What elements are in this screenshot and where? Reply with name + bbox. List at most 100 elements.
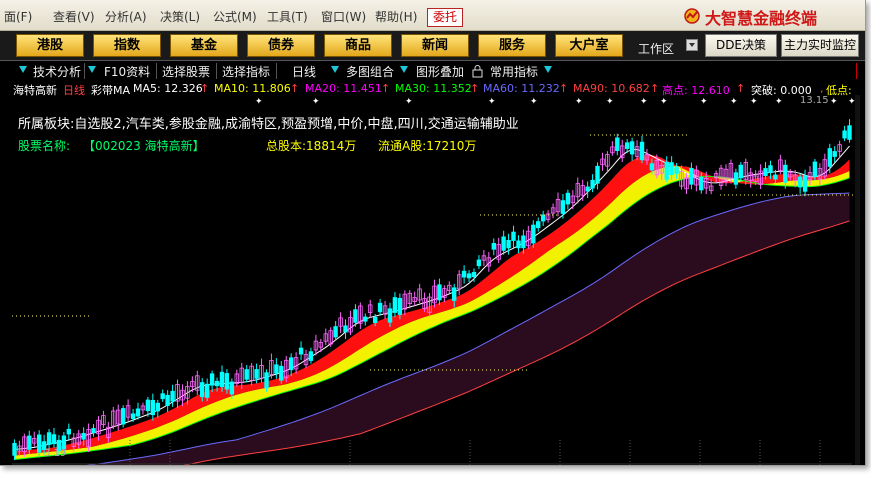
candle-body	[461, 270, 467, 278]
nav-hk-stocks[interactable]: 港股	[16, 34, 84, 57]
candle-body	[511, 231, 516, 241]
nav-bond[interactable]: 债券	[247, 34, 315, 57]
candle-body	[802, 175, 808, 192]
candle-body	[279, 365, 284, 381]
workarea-dropdown-icon[interactable]	[686, 39, 698, 51]
candle-body	[170, 390, 175, 402]
dropdown-arrow-icon[interactable]	[400, 66, 408, 73]
candle-body	[392, 297, 398, 313]
main-force-monitor-button[interactable]: 主力实时监控	[781, 34, 859, 57]
high-up-arrow: ↑	[736, 82, 746, 95]
stock-name-label: 股票名称:	[18, 139, 71, 153]
menu-decision[interactable]: 决策(L)	[160, 8, 200, 25]
candle-body	[521, 235, 526, 249]
candle-body	[733, 172, 739, 185]
candle-body	[595, 165, 600, 184]
separator	[216, 63, 217, 79]
candle-body	[353, 309, 358, 323]
dde-decision-button[interactable]: DDE决策	[705, 34, 777, 57]
nav-commodity[interactable]: 商品	[324, 34, 392, 57]
candle-body	[773, 174, 778, 180]
overlay-button[interactable]: 图形叠加	[416, 63, 464, 80]
nav-index[interactable]: 指数	[93, 34, 161, 57]
dropdown-arrow-icon[interactable]	[19, 66, 27, 73]
candle-body	[308, 351, 314, 361]
candle-body	[150, 399, 155, 416]
candle-body	[209, 373, 215, 386]
signal-marker-icon: ✦	[750, 97, 758, 107]
navbar: 港股 指数 基金 债券 商品 新闻 服务 大户室 工作区 DDE决策 主力实时监…	[0, 31, 865, 61]
period-button[interactable]: 日线	[292, 63, 316, 80]
nav-service[interactable]: 服务	[478, 34, 546, 57]
candle-body	[397, 297, 403, 315]
total-shares: 总股本:18814万	[266, 139, 357, 153]
ma20-value: MA20: 11.451	[305, 82, 382, 95]
candle-body	[832, 151, 837, 157]
candle-body	[363, 316, 368, 322]
tech-analysis-button[interactable]: 技术分析	[33, 63, 81, 80]
candle-body	[437, 284, 442, 301]
candle-body	[669, 162, 674, 176]
price-low-label: 3.19	[44, 448, 67, 459]
menu-file[interactable]: 面(F)	[4, 8, 32, 25]
candle-body	[827, 148, 832, 167]
menu-view[interactable]: 查看(V)	[53, 8, 95, 25]
signal-marker-icon: ✦	[830, 97, 838, 107]
candle-body	[625, 142, 630, 149]
candle-body	[12, 442, 17, 456]
signal-marker-icon: ✦	[405, 97, 413, 107]
ma60-value: MA60: 11.232	[483, 82, 560, 95]
select-stock-button[interactable]: 选择股票	[162, 63, 210, 80]
candle-body	[224, 373, 230, 390]
candle-body	[333, 326, 338, 338]
nav-fund[interactable]: 基金	[170, 34, 238, 57]
candle-body	[451, 287, 457, 301]
candle-body	[165, 394, 170, 406]
candlesticks	[12, 119, 852, 461]
float-shares: 流通A股:17210万	[378, 139, 477, 153]
candle-body	[471, 271, 477, 277]
nav-news[interactable]: 新闻	[401, 34, 469, 57]
app-window: 面(F) 查看(V) 分析(A) 决策(L) 公式(M) 工具(T) 窗口(W)…	[0, 0, 866, 466]
common-indicator-button[interactable]: 常用指标	[490, 63, 538, 80]
ma5-up-arrow: ↑	[200, 82, 210, 95]
nav-vip-room[interactable]: 大户室	[555, 34, 623, 57]
signal-marker-icon: ✦	[575, 97, 583, 107]
menu-window[interactable]: 窗口(W)	[321, 8, 366, 25]
dropdown-arrow-icon[interactable]	[331, 66, 339, 73]
candle-body	[516, 240, 521, 249]
weituo-button[interactable]: 委托	[427, 8, 463, 27]
ma90-value: MA90: 10.682	[573, 82, 650, 95]
menu-analysis[interactable]: 分析(A)	[105, 8, 147, 25]
menu-formula[interactable]: 公式(M)	[213, 8, 257, 25]
price-high-label: 13.15	[800, 95, 829, 106]
chart-right-edge	[855, 95, 860, 465]
candle-body	[536, 221, 541, 229]
signal-marker-icon: ✦	[700, 97, 708, 107]
candle-body	[674, 166, 679, 174]
f10-button[interactable]: F10资料	[104, 63, 150, 80]
menu-tools[interactable]: 工具(T)	[267, 8, 308, 25]
dropdown-arrow-icon[interactable]	[88, 66, 96, 73]
select-indicator-button[interactable]: 选择指标	[222, 63, 270, 80]
ma10-value: MA10: 11.806	[214, 82, 291, 95]
indicator-line: 海特高新 日线 彩带MA MA5: 12.326 ↑ MA10: 11.806 …	[0, 82, 865, 97]
candle-body	[842, 130, 847, 139]
menubar: 面(F) 查看(V) 分析(A) 决策(L) 公式(M) 工具(T) 窗口(W)…	[0, 0, 865, 31]
candle-body	[204, 383, 210, 398]
candle-body	[46, 432, 52, 445]
candle-body	[51, 434, 57, 445]
signal-marker-icon: ✦	[606, 97, 614, 107]
lock-icon[interactable]	[472, 64, 483, 78]
workarea-label[interactable]: 工作区	[638, 40, 674, 57]
signal-marker-icon: ✦	[488, 97, 496, 107]
menu-help[interactable]: 帮助(H)	[375, 8, 417, 25]
brand-logo-icon	[684, 8, 700, 24]
signal-marker-icon: ✦	[640, 97, 648, 107]
dropdown-arrow-icon[interactable]	[544, 66, 552, 73]
candle-body	[585, 186, 590, 192]
multi-chart-button[interactable]: 多图组合	[346, 63, 394, 80]
ma90-up-arrow: ↑	[650, 82, 660, 95]
signal-marker-icon: ✦	[660, 97, 668, 107]
candle-body	[466, 273, 472, 279]
